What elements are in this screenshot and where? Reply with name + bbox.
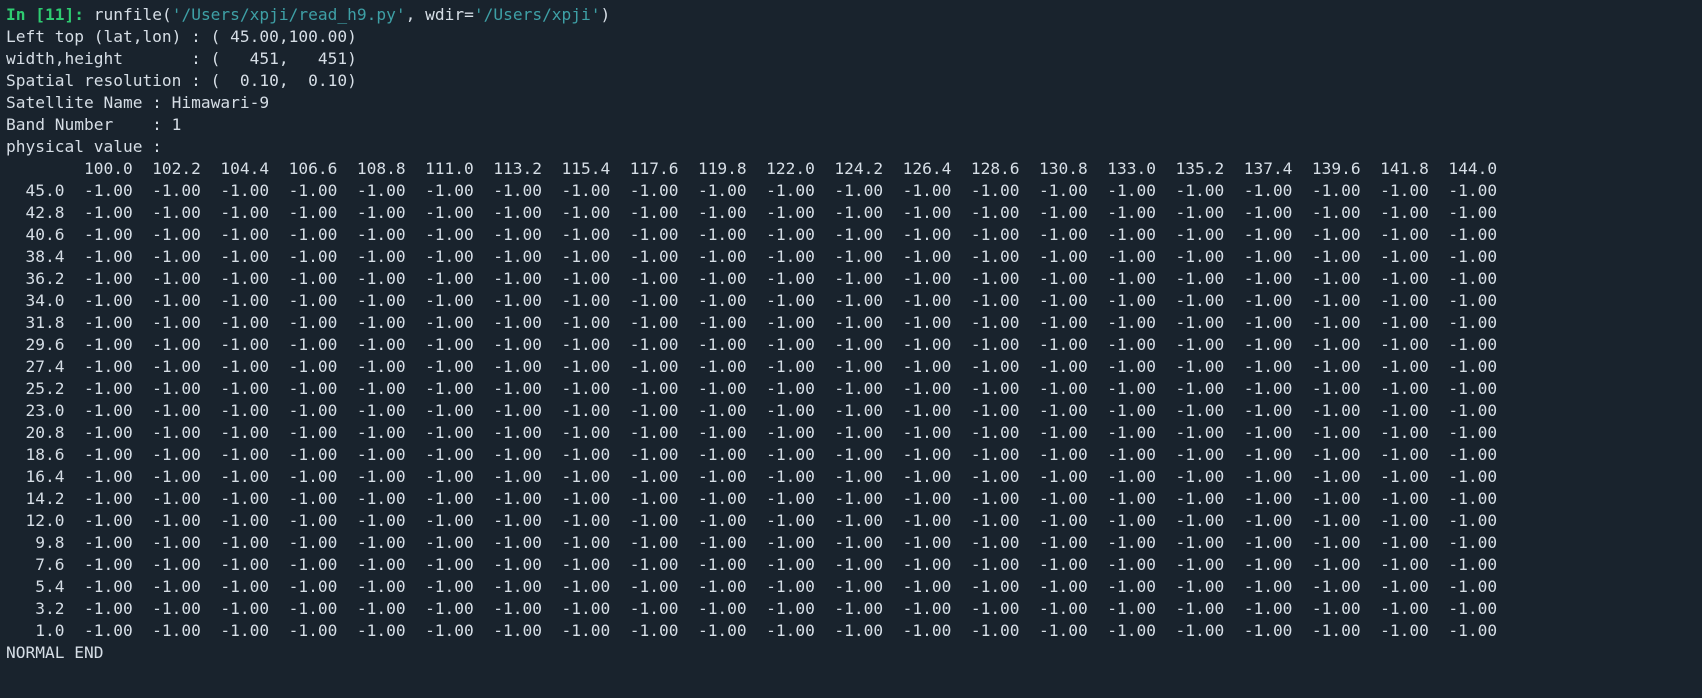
runfile-comma: , wdir= [406,5,474,24]
output-widthheight: width,height : ( 451, 451) [6,49,357,68]
output-physical-value-label: physical value : [6,137,162,156]
output-normal-end: NORMAL END [6,643,103,662]
runfile-call-close: ) [601,5,611,24]
runfile-wdir-arg: '/Users/xpji' [474,5,601,24]
output-lefttop: Left top (lat,lon) : ( 45.00,100.00) [6,27,357,46]
output-band-number: Band Number : 1 [6,115,181,134]
prompt-in-label: In [ [6,5,45,24]
runfile-path-arg: '/Users/xpji/read_h9.py' [172,5,406,24]
runfile-call-open: runfile( [94,5,172,24]
prompt-close: ]: [64,5,93,24]
output-data-table: 100.0 102.2 104.4 106.6 108.8 111.0 113.… [6,159,1497,640]
ipython-console[interactable]: In [11]: runfile('/Users/xpji/read_h9.py… [0,0,1702,668]
output-spatial-resolution: Spatial resolution : ( 0.10, 0.10) [6,71,357,90]
prompt-exec-number: 11 [45,5,65,24]
output-satellite-name: Satellite Name : Himawari-9 [6,93,269,112]
